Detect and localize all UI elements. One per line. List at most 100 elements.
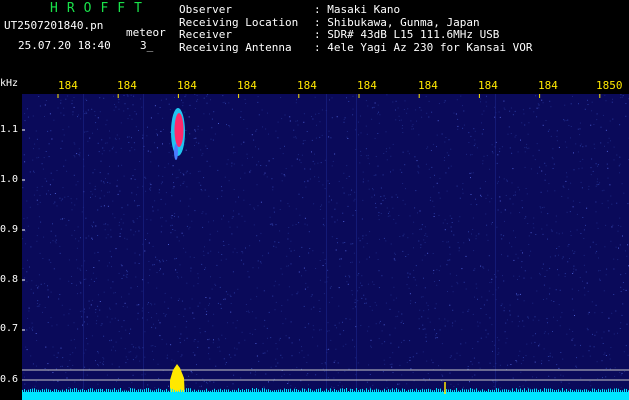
noise-speck <box>24 113 26 115</box>
noise-speck <box>131 147 133 149</box>
noise-speck <box>230 303 232 304</box>
noise-speck <box>540 207 542 209</box>
noise-speck <box>67 196 69 197</box>
noise-speck <box>256 296 258 298</box>
noise-speck <box>114 217 116 219</box>
noise-speck <box>159 335 161 337</box>
noise-speck <box>620 286 622 288</box>
noise-speck <box>540 191 542 193</box>
noise-speck <box>95 311 97 313</box>
noise-speck <box>255 146 256 148</box>
noise-speck <box>351 294 353 296</box>
noise-speck <box>84 321 85 323</box>
baseline-spike <box>436 388 437 392</box>
noise-speck <box>354 346 355 348</box>
noise-speck <box>422 296 424 298</box>
baseline-spike <box>320 388 321 392</box>
noise-speck <box>349 194 351 196</box>
noise-speck <box>378 122 380 124</box>
noise-speck <box>551 230 553 232</box>
noise-speck <box>91 224 93 226</box>
baseline-spike <box>262 388 263 392</box>
noise-speck <box>150 161 152 163</box>
noise-speck <box>70 339 72 341</box>
baseline-spike <box>572 390 573 392</box>
noise-speck <box>569 211 571 213</box>
noise-speck <box>84 366 86 368</box>
noise-speck <box>124 348 126 350</box>
noise-speck <box>60 99 62 101</box>
noise-speck <box>27 225 29 227</box>
baseline-spike <box>288 389 289 392</box>
noise-speck <box>123 175 125 177</box>
noise-speck <box>312 160 314 162</box>
noise-speck <box>394 252 396 254</box>
noise-speck <box>181 276 183 278</box>
noise-speck <box>244 98 246 100</box>
noise-speck <box>70 368 72 370</box>
noise-speck <box>587 329 589 331</box>
noise-speck <box>280 200 282 202</box>
noise-speck <box>616 154 618 156</box>
noise-speck <box>380 196 382 198</box>
spectrogram <box>22 94 629 400</box>
noise-speck <box>156 272 158 273</box>
baseline-spike <box>364 390 365 392</box>
noise-speck <box>522 320 524 322</box>
noise-speck <box>231 108 233 110</box>
noise-speck <box>355 129 357 131</box>
noise-speck <box>98 151 100 153</box>
noise-speck <box>503 307 505 309</box>
noise-speck <box>186 320 188 322</box>
noise-speck <box>255 317 257 319</box>
noise-speck <box>186 170 188 172</box>
noise-speck <box>24 120 26 122</box>
noise-speck <box>520 371 522 373</box>
noise-speck <box>556 130 558 132</box>
noise-speck <box>150 151 152 153</box>
noise-speck <box>526 143 528 145</box>
noise-speck <box>68 280 70 282</box>
noise-speck <box>33 148 34 150</box>
noise-speck <box>362 171 364 173</box>
noise-speck <box>127 95 129 97</box>
noise-speck <box>217 302 219 304</box>
noise-speck <box>327 322 329 324</box>
noise-speck <box>233 210 234 212</box>
noise-speck <box>462 192 464 194</box>
noise-speck <box>419 107 421 109</box>
baseline-spike <box>142 389 143 392</box>
noise-speck <box>321 109 323 111</box>
noise-speck <box>191 298 193 300</box>
noise-speck <box>307 180 309 182</box>
noise-speck <box>289 120 291 122</box>
noise-speck <box>525 146 527 148</box>
noise-speck <box>354 357 356 359</box>
noise-speck <box>124 302 126 304</box>
noise-speck <box>52 179 54 181</box>
noise-speck <box>407 237 409 239</box>
noise-speck <box>87 140 89 142</box>
x-tick-label: 184 <box>117 79 137 92</box>
noise-speck <box>144 373 146 375</box>
noise-speck <box>308 231 310 233</box>
noise-speck <box>491 278 493 280</box>
baseline-spike <box>454 389 455 392</box>
noise-speck <box>485 336 487 338</box>
noise-speck <box>285 318 287 320</box>
noise-speck <box>120 337 122 339</box>
noise-speck <box>474 268 476 270</box>
noise-speck <box>123 274 125 276</box>
noise-speck <box>232 251 234 253</box>
noise-speck <box>256 184 258 186</box>
noise-speck <box>22 181 24 183</box>
baseline-spike <box>442 390 443 392</box>
noise-speck <box>575 365 577 367</box>
noise-speck <box>470 154 471 156</box>
noise-speck <box>221 195 223 197</box>
meteor-label: meteor <box>126 26 166 39</box>
noise-speck <box>366 381 368 383</box>
noise-speck <box>100 324 102 326</box>
noise-speck <box>369 231 371 233</box>
baseline-spike <box>298 389 299 392</box>
